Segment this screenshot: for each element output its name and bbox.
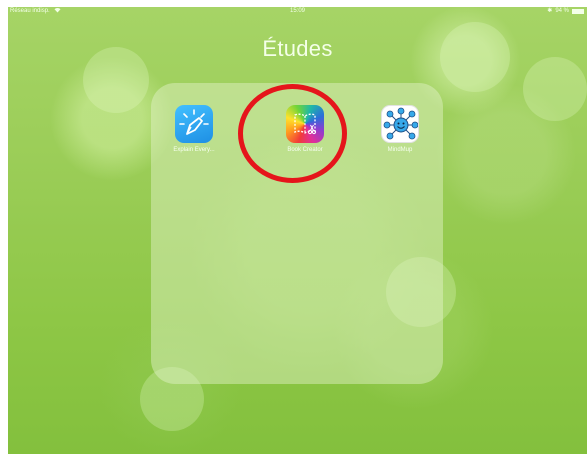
- battery-icon: [572, 9, 584, 14]
- app-label: Explain Every...: [173, 147, 215, 153]
- explain-everything-icon[interactable]: [175, 105, 213, 143]
- home-screen: Réseau indisp. 15:09 ✱ 94 % Études Expla…: [8, 7, 587, 454]
- mindmup-icon[interactable]: [381, 105, 419, 143]
- status-time: 15:09: [289, 8, 305, 14]
- app-mindmup[interactable]: MindMup: [365, 105, 435, 153]
- app-explain-everything[interactable]: Explain Every...: [159, 105, 229, 153]
- status-bar: Réseau indisp. 15:09 ✱ 94 %: [8, 7, 587, 17]
- bluetooth-icon: ✱: [547, 8, 553, 14]
- annotation-circle: [238, 84, 347, 183]
- battery-percent: 94 %: [555, 8, 569, 14]
- folder-title[interactable]: Études: [8, 36, 587, 62]
- wallpaper-bokeh: [523, 57, 587, 121]
- app-label: MindMup: [387, 147, 413, 153]
- battery-indicator: ✱ 94 %: [547, 7, 584, 16]
